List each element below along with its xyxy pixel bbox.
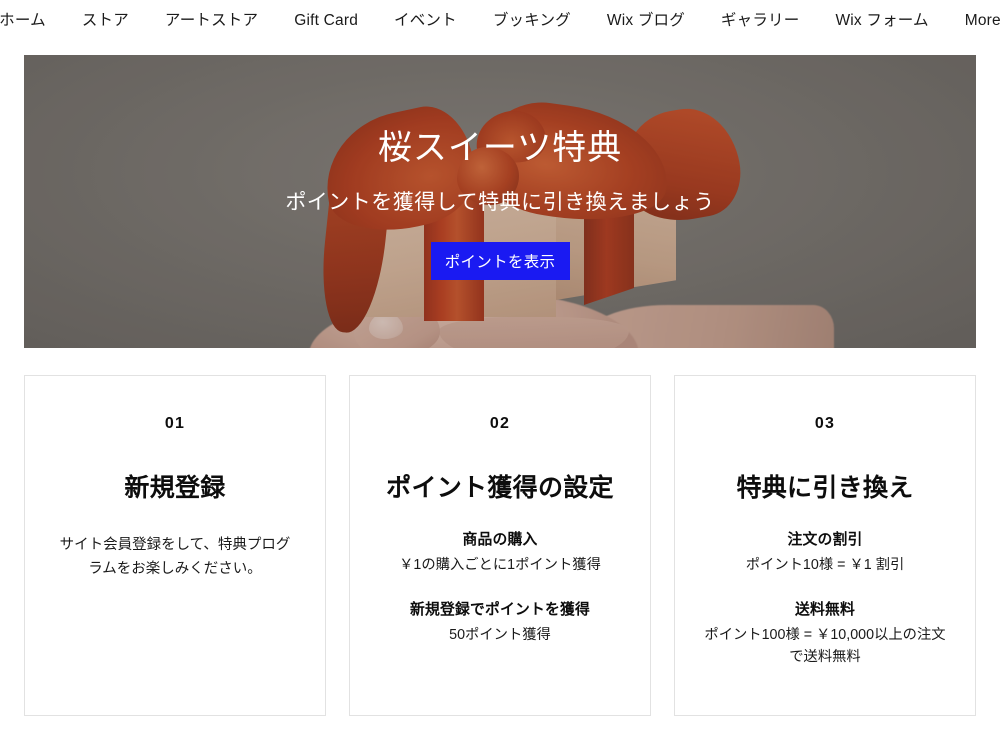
nav-item-bookings[interactable]: ブッキング <box>493 7 571 35</box>
nav-item-gift-card[interactable]: Gift Card <box>294 7 358 35</box>
section-text: ￥1の購入ごとに1ポイント獲得 <box>399 557 601 574</box>
step-card-01: 01 新規登録 サイト会員登録をして、特典プログラムをお楽しみください。 <box>24 375 326 716</box>
step-card-section: 商品の購入 ￥1の購入ごとに1ポイント獲得 <box>376 529 624 576</box>
step-card-section: 注文の割引 ポイント10様 = ￥1 割引 <box>701 529 949 576</box>
step-card-02: 02 ポイント獲得の設定 商品の購入 ￥1の購入ごとに1ポイント獲得 新規登録で… <box>349 375 651 716</box>
nav-item-more[interactable]: More <box>965 7 1000 35</box>
step-card-03: 03 特典に引き換え 注文の割引 ポイント10様 = ￥1 割引 送料無料 ポイ… <box>674 375 976 716</box>
step-card-section: 送料無料 ポイント100様 = ￥10,000以上の注文で送料無料 <box>701 599 949 669</box>
section-heading: 送料無料 <box>795 601 855 618</box>
nav-item-wix-forms[interactable]: Wix フォーム <box>835 7 928 35</box>
step-card-section: 新規登録でポイントを獲得 50ポイント獲得 <box>376 599 624 646</box>
nav-item-events[interactable]: イベント <box>394 7 457 35</box>
nav-item-home[interactable]: ホーム <box>0 7 46 35</box>
hero-subtitle: ポイントを獲得して特典に引き換えましょう <box>285 190 715 214</box>
section-heading: 注文の割引 <box>787 532 863 549</box>
nav-item-art-store[interactable]: アートストア <box>165 7 258 35</box>
step-card-body: サイト会員登録をして、特典プログラムをお楽しみください。 <box>59 537 291 578</box>
step-card-sections: 注文の割引 ポイント10様 = ￥1 割引 送料無料 ポイント100様 = ￥1… <box>701 529 949 668</box>
step-card-number: 01 <box>164 415 186 432</box>
step-card-number: 03 <box>814 415 836 432</box>
section-text: 50ポイント獲得 <box>449 626 551 643</box>
nav-item-wix-blog[interactable]: Wix ブログ <box>607 7 685 35</box>
view-points-button[interactable]: ポイントを表示 <box>430 242 570 281</box>
page-root: ホーム ストア アートストア Gift Card イベント ブッキング Wix … <box>0 0 1000 738</box>
nav-item-gallery[interactable]: ギャラリー <box>721 7 800 35</box>
step-card-title: ポイント獲得の設定 <box>386 474 614 502</box>
section-heading: 新規登録でポイントを獲得 <box>410 601 590 618</box>
step-card-sections: 商品の購入 ￥1の購入ごとに1ポイント獲得 新規登録でポイントを獲得 50ポイン… <box>376 529 624 646</box>
step-card-title: 新規登録 <box>124 474 226 502</box>
hero-banner: 桜スイーツ特典 ポイントを獲得して特典に引き換えましょう ポイントを表示 <box>24 55 976 348</box>
hero-content: 桜スイーツ特典 ポイントを獲得して特典に引き換えましょう ポイントを表示 <box>24 55 976 348</box>
site-navigation: ホーム ストア アートストア Gift Card イベント ブッキング Wix … <box>0 0 1000 42</box>
step-card-title: 特典に引き換え <box>736 474 914 502</box>
rewards-steps-section: 01 新規登録 サイト会員登録をして、特典プログラムをお楽しみください。 02 … <box>24 375 976 716</box>
hero-title: 桜スイーツ特典 <box>377 129 623 167</box>
step-card-number: 02 <box>489 415 511 432</box>
section-heading: 商品の購入 <box>462 532 538 549</box>
section-text: ポイント100様 = ￥10,000以上の注文で送料無料 <box>704 626 946 665</box>
section-text: ポイント10様 = ￥1 割引 <box>745 557 905 574</box>
nav-item-store[interactable]: ストア <box>82 7 129 35</box>
